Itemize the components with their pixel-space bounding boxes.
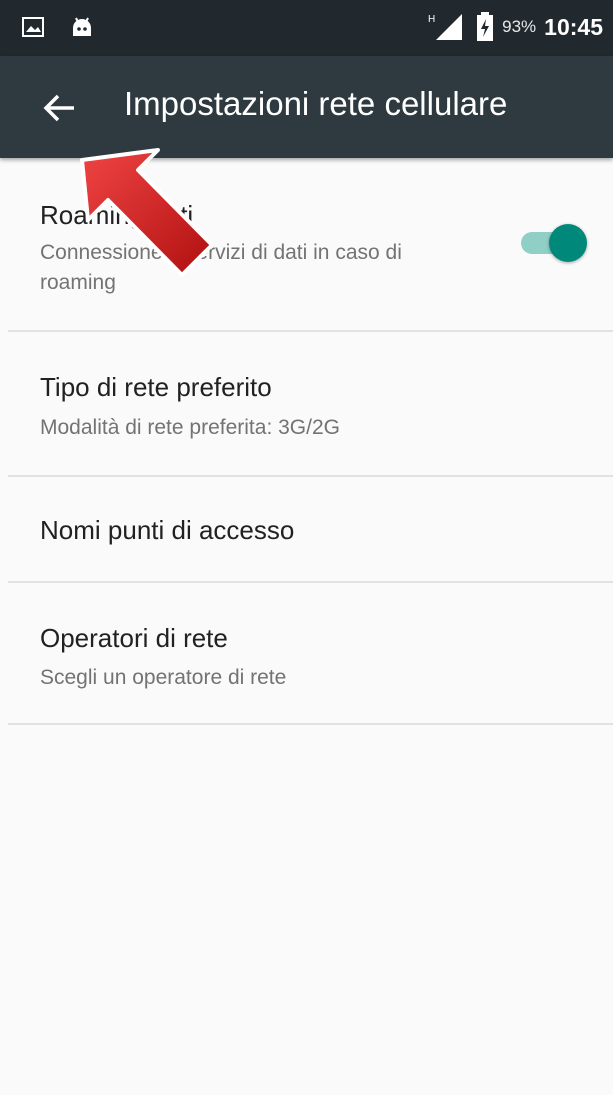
arrow-back-icon[interactable] — [40, 88, 80, 128]
signal-icon: H — [428, 14, 463, 40]
setting-subtitle: Modalità di rete preferita: 3G/2G — [40, 416, 340, 439]
setting-title: Tipo di rete preferito — [40, 372, 272, 402]
android-icon — [73, 17, 91, 36]
battery-charging-icon — [477, 12, 494, 41]
gallery-icon — [22, 17, 44, 37]
roaming-toggle[interactable] — [521, 223, 587, 263]
app-bar: Impostazioni rete cellulare — [0, 56, 613, 158]
setting-subtitle: Connessione a servizi di dati in caso di… — [40, 241, 402, 294]
status-bar: H 93% 10:45 — [0, 0, 613, 56]
setting-subtitle: Scegli un operatore di rete — [40, 666, 287, 689]
setting-preferred-network[interactable]: Tipo di rete preferito Modalità di rete … — [0, 332, 613, 475]
settings-list: Roaming dati Connessione a servizi di da… — [0, 158, 613, 725]
setting-access-point-names[interactable]: Nomi punti di accesso — [0, 477, 613, 581]
setting-data-roaming[interactable]: Roaming dati Connessione a servizi di da… — [0, 158, 613, 330]
page-title: Impostazioni rete cellulare — [124, 85, 508, 122]
network-type-label: H — [428, 14, 435, 25]
battery-percent: 93% — [502, 17, 537, 36]
clock: 10:45 — [544, 13, 603, 40]
setting-network-operators[interactable]: Operatori di rete Scegli un operatore di… — [0, 583, 613, 723]
setting-title: Operatori di rete — [40, 623, 228, 653]
toggle-thumb — [549, 224, 587, 262]
setting-title: Nomi punti di accesso — [40, 515, 295, 545]
setting-title: Roaming dati — [40, 200, 194, 230]
divider — [8, 723, 613, 725]
